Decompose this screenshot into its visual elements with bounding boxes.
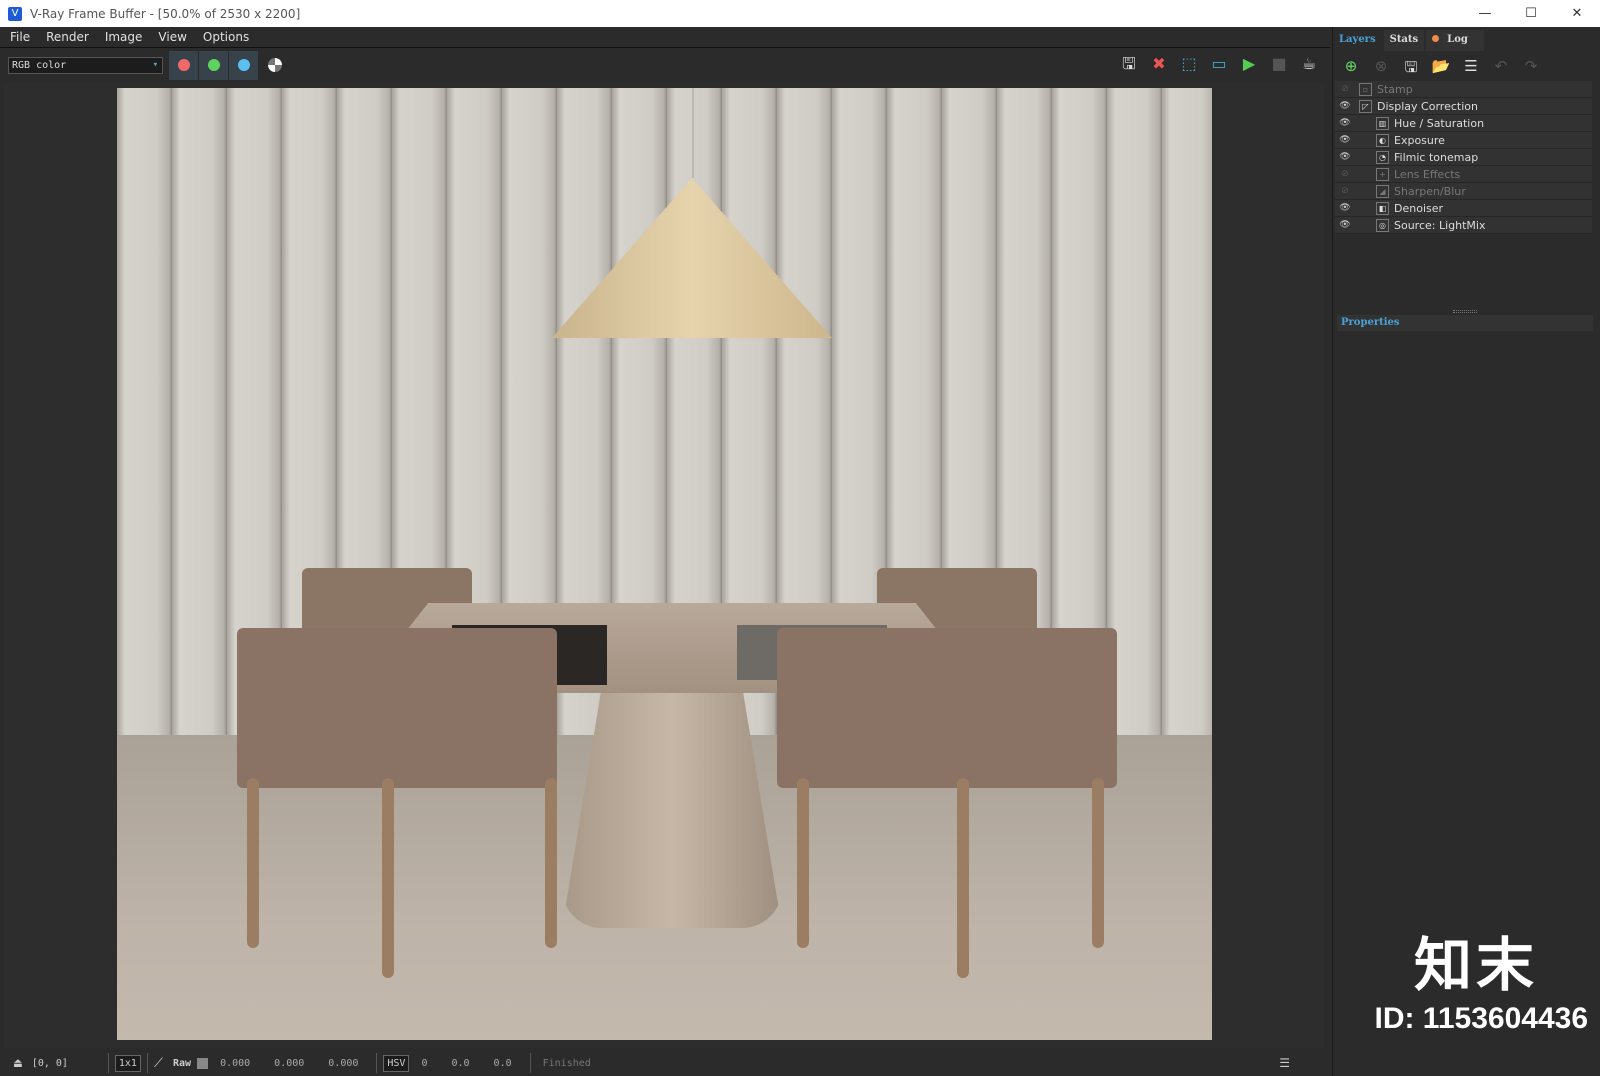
layer-type-icon: ◧: [1376, 201, 1389, 215]
layer-item[interactable]: 👁 ◔ Filmic tonemap: [1335, 149, 1592, 166]
menu-options[interactable]: Options: [197, 30, 255, 44]
layer-item[interactable]: 👁 ◐ Exposure: [1335, 132, 1592, 149]
s-value: 0.0: [451, 1057, 470, 1069]
color-swatch: [197, 1057, 209, 1069]
layer-item[interactable]: ⊘ ▫ Stamp: [1335, 81, 1592, 98]
save-layers-icon[interactable]: 🖫: [1401, 57, 1421, 76]
layer-tree: ⊘ ▫ Stamp 👁 ◸ Display Correction 👁 ▥ Hue / Satur…: [1335, 81, 1592, 234]
layer-item[interactable]: ⊘ ◢ Sharpen/Blur: [1335, 183, 1592, 200]
status-bar: ⏏ [0, 0] 1x1 ⟋ Raw 0.000 0.000 0.000 HSV…: [0, 1050, 1330, 1076]
layer-type-icon: ◔: [1376, 150, 1389, 164]
layer-item[interactable]: ⊘ + Lens Effects: [1335, 166, 1592, 183]
blue-channel-button[interactable]: [229, 50, 258, 80]
stop-render-icon[interactable]: ■: [1268, 53, 1290, 75]
visibility-eye-icon[interactable]: 👁: [1335, 152, 1355, 162]
menu-bar: File Render Image View Options: [0, 27, 1330, 48]
layer-type-icon: +: [1376, 167, 1389, 181]
layer-label: Lens Effects: [1394, 167, 1461, 181]
visibility-eye-icon[interactable]: 👁: [1335, 203, 1355, 213]
history-icon[interactable]: ☰: [1279, 1056, 1290, 1070]
load-layers-icon[interactable]: 📂: [1431, 57, 1451, 75]
log-alert-icon: [1432, 35, 1440, 42]
add-layer-icon[interactable]: ⊕: [1341, 57, 1361, 75]
undo-icon[interactable]: ↶: [1491, 57, 1511, 75]
raw-label: Raw: [173, 1057, 192, 1069]
layer-label: Denoiser: [1394, 201, 1444, 215]
layer-type-icon: ▫: [1359, 82, 1372, 96]
close-button[interactable]: ✕: [1554, 0, 1600, 27]
layer-item[interactable]: 👁 ◧ Denoiser: [1335, 200, 1592, 217]
clear-image-icon[interactable]: ✖: [1148, 53, 1170, 75]
layer-type-icon: ▥: [1376, 116, 1389, 130]
region-render-icon[interactable]: ⬚: [1178, 53, 1200, 75]
zoom-select[interactable]: 1x1: [114, 1054, 141, 1072]
colorspace-select[interactable]: HSV: [383, 1054, 410, 1072]
visibility-eye-icon[interactable]: 👁: [1335, 101, 1355, 111]
pixel-coords: [0, 0]: [31, 1057, 68, 1069]
panel-splitter[interactable]: [1453, 310, 1477, 313]
vray-logo-icon: V: [8, 6, 22, 21]
layer-type-icon: ◸: [1359, 99, 1372, 113]
visibility-eye-icon[interactable]: 👁: [1335, 118, 1355, 128]
b-value: 0.000: [328, 1057, 359, 1069]
menu-render[interactable]: Render: [40, 30, 95, 44]
layer-label: Exposure: [1394, 133, 1445, 147]
layer-item[interactable]: 👁 ◸ Display Correction: [1335, 98, 1592, 115]
layer-type-icon: ◢: [1376, 184, 1389, 198]
track-mouse-icon[interactable]: ▭: [1208, 53, 1230, 75]
delete-layer-icon[interactable]: ⊗: [1371, 57, 1391, 75]
title-bar: V V-Ray Frame Buffer - [50.0% of 2530 x …: [0, 0, 1600, 27]
tab-layers[interactable]: Layers: [1333, 30, 1382, 51]
menu-image[interactable]: Image: [99, 30, 149, 44]
rendered-image[interactable]: [117, 88, 1212, 1040]
properties-header: Properties: [1337, 315, 1593, 331]
save-image-icon[interactable]: 🖫: [1118, 53, 1140, 75]
tab-stats[interactable]: Stats: [1383, 30, 1425, 51]
start-render-icon[interactable]: ▶: [1238, 53, 1260, 75]
watermark: 知末 ID: 1153604436: [1374, 918, 1588, 1036]
maximize-button[interactable]: ☐: [1508, 0, 1554, 27]
channel-select[interactable]: RGB color: [8, 56, 163, 74]
r-value: 0.000: [220, 1057, 251, 1069]
v-value: 0.0: [493, 1057, 512, 1069]
visibility-eye-icon[interactable]: ⊘: [1335, 169, 1355, 179]
green-channel-button[interactable]: [199, 50, 228, 80]
redo-icon[interactable]: ↷: [1521, 57, 1541, 75]
render-icon[interactable]: ☕: [1298, 53, 1320, 75]
minimize-button[interactable]: —: [1462, 0, 1508, 27]
layer-label: Stamp: [1377, 82, 1413, 96]
visibility-eye-icon[interactable]: ⊘: [1335, 84, 1355, 94]
menu-file[interactable]: File: [4, 30, 36, 44]
layer-label: Filmic tonemap: [1394, 150, 1479, 164]
menu-view[interactable]: View: [152, 30, 192, 44]
toolbar: RGB color 🖫 ✖ ⬚ ▭ ▶ ■ ☕: [0, 49, 1330, 81]
tab-log[interactable]: Log: [1426, 30, 1484, 51]
visibility-eye-icon[interactable]: 👁: [1335, 135, 1355, 145]
layer-type-icon: ◐: [1376, 133, 1389, 147]
layer-label: Display Correction: [1377, 99, 1478, 113]
lock-coords-icon[interactable]: ⏏: [14, 1056, 22, 1071]
h-value: 0: [421, 1057, 428, 1069]
layer-item[interactable]: 👁 ▥ Hue / Saturation: [1335, 115, 1592, 132]
visibility-eye-icon[interactable]: 👁: [1335, 220, 1355, 230]
watermark-logo: 知末: [1413, 931, 1538, 999]
alpha-channel-icon[interactable]: [268, 58, 282, 72]
layer-label: Sharpen/Blur: [1394, 184, 1466, 198]
layer-label: Source: LightMix: [1394, 218, 1486, 232]
g-value: 0.000: [274, 1057, 305, 1069]
watermark-id: ID: 1153604436: [1374, 1002, 1588, 1035]
window-title: V-Ray Frame Buffer - [50.0% of 2530 x 22…: [30, 6, 301, 21]
render-status: Finished: [542, 1057, 591, 1069]
layer-list-icon[interactable]: ☰: [1461, 57, 1481, 75]
layer-item[interactable]: 👁 ◎ Source: LightMix: [1335, 217, 1592, 234]
visibility-eye-icon[interactable]: ⊘: [1335, 186, 1355, 196]
layer-type-icon: ◎: [1376, 218, 1389, 232]
color-curve-icon[interactable]: ⟋: [154, 1056, 163, 1071]
layer-label: Hue / Saturation: [1394, 116, 1485, 130]
red-channel-button[interactable]: [169, 50, 198, 80]
